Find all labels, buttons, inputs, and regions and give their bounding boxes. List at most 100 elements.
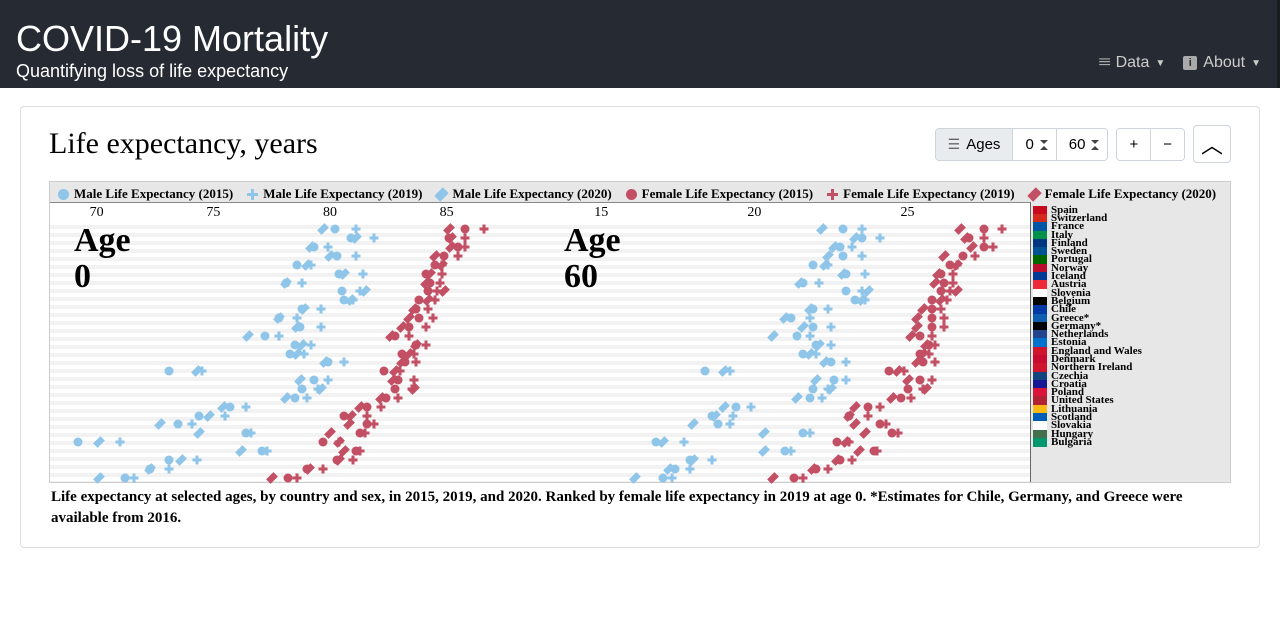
add-age-button[interactable]: +	[1117, 129, 1151, 160]
data-point[interactable]	[195, 411, 204, 420]
data-point[interactable]	[989, 243, 998, 252]
data-point[interactable]	[787, 446, 796, 455]
data-point[interactable]	[826, 340, 835, 349]
data-point[interactable]	[461, 243, 470, 252]
data-point[interactable]	[848, 455, 857, 464]
data-point[interactable]	[377, 402, 386, 411]
remove-age-button[interactable]: −	[1151, 129, 1184, 160]
data-point[interactable]	[859, 427, 871, 439]
data-point[interactable]	[937, 305, 946, 314]
data-point[interactable]	[93, 436, 105, 448]
data-point[interactable]	[897, 393, 906, 402]
data-point[interactable]	[480, 225, 489, 234]
age-select-1[interactable]: 0	[1013, 129, 1056, 160]
data-point[interactable]	[116, 438, 125, 447]
data-point[interactable]	[707, 455, 716, 464]
data-point[interactable]	[857, 252, 866, 261]
data-point[interactable]	[842, 287, 851, 296]
data-point[interactable]	[732, 402, 741, 411]
data-point[interactable]	[130, 473, 139, 482]
data-point[interactable]	[379, 367, 388, 376]
data-point[interactable]	[725, 420, 734, 429]
data-point[interactable]	[358, 269, 367, 278]
data-point[interactable]	[343, 419, 355, 431]
data-point[interactable]	[954, 224, 966, 236]
nav-data-dropdown[interactable]: Data ▼	[1100, 54, 1165, 72]
data-point[interactable]	[842, 358, 851, 367]
data-point[interactable]	[805, 331, 814, 340]
data-point[interactable]	[421, 322, 430, 331]
data-point[interactable]	[175, 454, 187, 466]
data-point[interactable]	[629, 472, 641, 484]
data-point[interactable]	[323, 376, 332, 385]
data-point[interactable]	[863, 411, 872, 420]
data-point[interactable]	[823, 464, 832, 473]
data-point[interactable]	[370, 234, 379, 243]
data-point[interactable]	[274, 331, 283, 340]
data-point[interactable]	[424, 305, 433, 314]
legend-item[interactable]: Female Life Expectancy (2015)	[626, 186, 813, 202]
data-point[interactable]	[349, 455, 358, 464]
data-point[interactable]	[817, 393, 826, 402]
data-point[interactable]	[165, 464, 174, 473]
data-point[interactable]	[882, 420, 891, 429]
data-point[interactable]	[428, 314, 437, 323]
data-point[interactable]	[823, 305, 832, 314]
data-point[interactable]	[74, 438, 83, 447]
data-point[interactable]	[414, 314, 423, 323]
data-point[interactable]	[842, 376, 851, 385]
data-point[interactable]	[391, 384, 400, 393]
data-point[interactable]	[758, 427, 770, 439]
data-point[interactable]	[949, 269, 958, 278]
data-point[interactable]	[330, 225, 339, 234]
legend-item[interactable]: Male Life Expectancy (2020)	[436, 186, 611, 202]
data-point[interactable]	[799, 473, 808, 482]
data-point[interactable]	[728, 411, 737, 420]
data-point[interactable]	[263, 446, 272, 455]
data-point[interactable]	[980, 243, 989, 252]
data-point[interactable]	[260, 331, 269, 340]
data-point[interactable]	[747, 402, 756, 411]
data-point[interactable]	[363, 411, 372, 420]
data-point[interactable]	[307, 340, 316, 349]
data-point[interactable]	[758, 445, 770, 457]
age-select-2[interactable]: 60	[1057, 129, 1108, 160]
data-point[interactable]	[165, 455, 174, 464]
legend-item[interactable]: Male Life Expectancy (2019)	[247, 186, 422, 202]
data-point[interactable]	[298, 384, 307, 393]
data-point[interactable]	[687, 419, 699, 431]
data-point[interactable]	[316, 305, 325, 314]
legend-item[interactable]: Male Life Expectancy (2015)	[58, 186, 233, 202]
data-point[interactable]	[242, 402, 251, 411]
data-point[interactable]	[203, 410, 215, 422]
data-point[interactable]	[808, 260, 817, 269]
data-point[interactable]	[361, 429, 370, 438]
data-point[interactable]	[412, 358, 421, 367]
data-point[interactable]	[894, 429, 903, 438]
data-point[interactable]	[280, 392, 292, 404]
data-point[interactable]	[850, 419, 862, 431]
nav-about-dropdown[interactable]: i About ▼	[1183, 54, 1261, 72]
data-point[interactable]	[816, 224, 828, 236]
data-point[interactable]	[667, 473, 676, 482]
data-point[interactable]	[970, 252, 979, 261]
data-point[interactable]	[791, 392, 803, 404]
data-point[interactable]	[317, 224, 329, 236]
data-point[interactable]	[767, 330, 779, 342]
collapse-button[interactable]: ︿	[1193, 125, 1231, 163]
data-point[interactable]	[284, 473, 293, 482]
data-point[interactable]	[931, 358, 940, 367]
data-point[interactable]	[221, 411, 230, 420]
data-point[interactable]	[658, 473, 667, 482]
data-point[interactable]	[790, 473, 799, 482]
data-point[interactable]	[839, 252, 848, 261]
data-point[interactable]	[340, 358, 349, 367]
data-point[interactable]	[928, 305, 937, 314]
data-point[interactable]	[814, 278, 823, 287]
data-point[interactable]	[863, 402, 872, 411]
data-point[interactable]	[940, 278, 949, 287]
data-point[interactable]	[839, 225, 848, 234]
data-point[interactable]	[805, 393, 814, 402]
data-point[interactable]	[686, 464, 695, 473]
data-point[interactable]	[713, 420, 722, 429]
